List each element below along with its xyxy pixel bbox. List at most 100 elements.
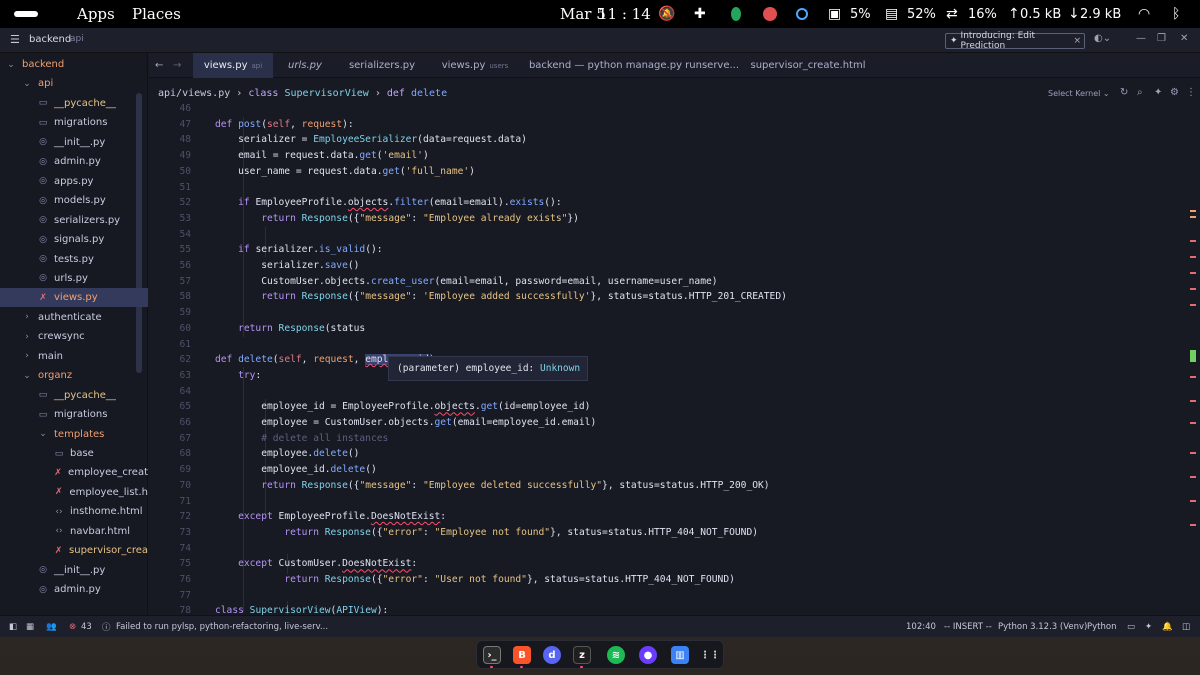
vpn-icon[interactable] <box>731 7 741 21</box>
app-indicator-icon[interactable] <box>763 7 777 21</box>
restore-icon[interactable]: ❐ <box>1157 33 1166 44</box>
editor-tab[interactable]: backend — python manage.py runserve... <box>527 53 741 78</box>
notifications-off-icon[interactable]: 🔕 <box>658 0 675 28</box>
account-avatar-icon[interactable]: ◐⌄ <box>1094 33 1111 44</box>
chat-icon[interactable]: ◫ <box>1182 616 1190 638</box>
project-branch[interactable]: api <box>70 34 84 44</box>
apps-menu[interactable]: Apps <box>77 0 115 28</box>
sidebar-item[interactable]: ▭ migrations <box>0 113 148 132</box>
sidebar-item[interactable]: ⌄ backend <box>0 55 148 74</box>
line-number: 63 <box>179 369 191 381</box>
line-number: 78 <box>179 605 191 615</box>
breadcrumb[interactable]: api/views.py › class SupervisorView › de… <box>158 88 447 99</box>
extensions-icon[interactable]: ✚ <box>694 0 706 28</box>
wifi-icon[interactable]: ◠ <box>1138 0 1150 28</box>
editor-tab[interactable]: views.py users <box>429 53 521 78</box>
scrollbar-markers[interactable] <box>1188 104 1198 615</box>
places-menu[interactable]: Places <box>132 0 181 28</box>
sidebar-item[interactable]: ◎ apps.py <box>0 172 148 191</box>
error-count[interactable]: 43 <box>81 616 92 638</box>
download-icon: ↓ <box>1068 6 1080 22</box>
editor-tab[interactable]: urls.py <box>279 53 331 78</box>
calculator-icon[interactable]: ▥ <box>671 646 689 664</box>
close-icon[interactable]: × <box>1073 36 1084 46</box>
forward-icon[interactable]: → <box>173 53 181 78</box>
sync-icon[interactable] <box>796 8 808 20</box>
back-icon[interactable]: ← <box>155 53 163 78</box>
sidebar-item[interactable]: ◎ __init__.py <box>0 133 148 152</box>
language-selector[interactable]: Python <box>1087 616 1116 638</box>
search-icon[interactable]: ⌕ <box>1137 87 1143 98</box>
sidebar-item[interactable]: ◎ models.py <box>0 191 148 210</box>
sidebar-item[interactable]: ✗ views.py <box>0 288 148 308</box>
sidebar-item[interactable]: ▭ __pycache__ <box>0 386 148 405</box>
settings-icon[interactable]: ⚙ <box>1170 87 1179 98</box>
discord-icon[interactable]: d <box>543 646 561 664</box>
assistant-icon[interactable]: ✦ <box>1145 616 1152 638</box>
spotify-icon[interactable]: ≋ <box>607 646 625 664</box>
line-number: 70 <box>179 479 191 491</box>
sidebar-item[interactable]: ▭ base <box>0 444 148 463</box>
code-editor[interactable]: def post(self, request): serializer = Em… <box>149 104 1189 615</box>
project-name[interactable]: backend <box>29 34 71 45</box>
minimize-icon[interactable]: — <box>1136 33 1146 44</box>
running-indicator <box>490 666 493 668</box>
time-label[interactable]: 11 : 14 <box>598 0 651 28</box>
cpu-icon: ▣ <box>828 6 842 22</box>
sidebar-item[interactable]: ◎ urls.py <box>0 269 148 288</box>
sidebar-item[interactable]: ⌄ api <box>0 74 148 93</box>
sparkle-icon[interactable]: ✦ <box>1154 87 1162 98</box>
project-icon[interactable]: ▦ <box>26 616 34 638</box>
editor-tab[interactable]: supervisor_create.html <box>749 53 867 78</box>
window-close-icon[interactable]: ✕ <box>1180 33 1188 44</box>
sidebar-item[interactable]: ‹› navbar.html <box>0 522 148 541</box>
activities-pill[interactable] <box>14 11 38 17</box>
split-icon[interactable]: ⋮ <box>1186 87 1196 98</box>
sidebar-item[interactable]: ◎ __init__.py <box>0 561 148 580</box>
code-line: class SupervisorView(APIView): <box>215 605 389 615</box>
editor-tab[interactable]: serializers.py <box>339 53 425 78</box>
sidebar-item[interactable]: › main <box>0 347 148 366</box>
sidebar-item[interactable]: ◎ admin.py <box>0 580 148 599</box>
sidebar-item[interactable]: ⌄ organz <box>0 366 148 385</box>
zed-icon[interactable]: z <box>573 646 591 664</box>
edit-prediction-banner[interactable]: ✦ Introducing: Edit Prediction × <box>945 31 1085 51</box>
inline-assist-icon[interactable]: ▭ <box>1127 616 1135 638</box>
editor-tab[interactable]: views.py api <box>193 53 273 78</box>
sidebar-item[interactable]: ▭ migrations <box>0 405 148 424</box>
kernel-selector[interactable]: Select Kernel ⌄ <box>1048 89 1110 98</box>
cursor-position[interactable]: 102:40 <box>906 616 936 638</box>
sidebar-item[interactable]: ✗ employee_creat <box>0 463 148 482</box>
sidebar-item[interactable]: ✗ employee_list.h <box>0 483 148 502</box>
sidebar-item[interactable]: › authenticate <box>0 308 148 327</box>
obs-icon[interactable]: ● <box>639 646 657 664</box>
sidebar-item[interactable]: ▭ __pycache__ <box>0 94 148 113</box>
sidebar-item[interactable]: ‹› insthome.html <box>0 502 148 521</box>
bluetooth-icon[interactable]: ᛒ <box>1172 0 1180 28</box>
sidebar-item[interactable]: ⌄ templates <box>0 425 148 444</box>
refresh-icon[interactable]: ↻ <box>1120 87 1128 98</box>
sidebar-item[interactable]: ◎ admin.py <box>0 152 148 171</box>
collab-icon[interactable]: 👥 <box>46 616 57 638</box>
menu-icon[interactable]: ☰ <box>10 33 20 46</box>
sidebar-item-label: admin.py <box>54 156 101 168</box>
brave-icon[interactable]: B <box>513 646 531 664</box>
python-icon: ◎ <box>39 584 47 595</box>
bell-icon[interactable]: 🔔 <box>1162 616 1173 638</box>
line-number: 68 <box>179 448 191 460</box>
tab-label: views.py <box>441 60 486 71</box>
error-file-icon: ✗ <box>39 292 47 303</box>
sidebar-item[interactable]: ✗ supervisor_crea <box>0 541 148 560</box>
status-message[interactable]: Failed to run pylsp, python-refactoring,… <box>116 616 328 638</box>
python-env[interactable]: Python 3.12.3 (Venv) <box>998 616 1087 638</box>
sidebar-item[interactable]: ◎ tests.py <box>0 250 148 269</box>
sidebar-item[interactable]: ◎ signals.py <box>0 230 148 249</box>
python-icon: ◎ <box>39 176 47 187</box>
sidebar-item[interactable]: ◎ serializers.py <box>0 211 148 230</box>
dock-toggle-icon[interactable]: ◧ <box>9 616 17 638</box>
memory-icon: ▤ <box>885 6 899 22</box>
app-grid-icon[interactable]: ⋮⋮ <box>700 646 720 664</box>
sidebar-item[interactable]: › crewsync <box>0 327 148 346</box>
terminal-icon[interactable]: ›_ <box>483 646 501 664</box>
error-icon[interactable]: ⊗ <box>69 616 76 638</box>
